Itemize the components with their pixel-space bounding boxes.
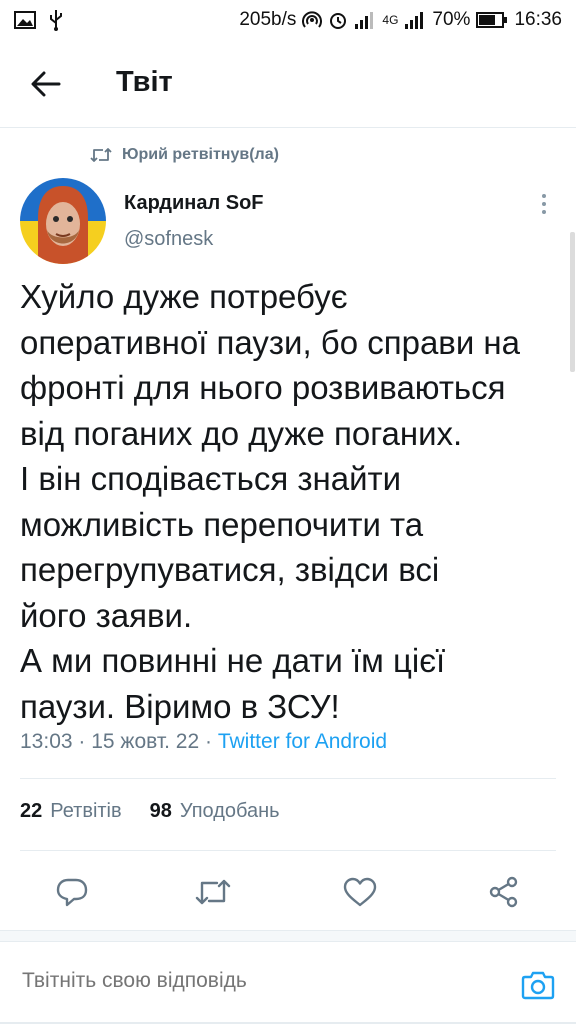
signal-icon-2 [404, 10, 426, 30]
tweet-line: Хуйло дуже потребує [20, 278, 348, 315]
tweet-line: його заяви. [20, 596, 193, 634]
tweet-date: 15 жовт. 22 [91, 730, 200, 753]
arrow-left-icon [31, 71, 61, 97]
more-options-button[interactable] [530, 190, 558, 218]
divider [20, 778, 556, 779]
meta-separator: · [205, 730, 218, 753]
battery-icon [476, 11, 508, 29]
reply-button[interactable] [52, 872, 92, 912]
signal-icon [354, 10, 376, 30]
tweet-line: оперативної паузи, бо справи на [20, 323, 521, 361]
tweet-line: паузи. Віримо в ЗСУ! [20, 687, 340, 725]
scrollbar[interactable] [570, 232, 575, 372]
battery-percent: 70% [432, 9, 471, 30]
tweet-line: І він сподівається знайти [20, 460, 402, 497]
camera-icon [521, 971, 555, 1000]
likes-label[interactable]: Уподобань [180, 800, 280, 823]
tweet-line: перегрупуватися, звідси всі [20, 551, 440, 588]
back-button[interactable] [26, 64, 66, 104]
camera-button[interactable] [518, 965, 558, 1005]
tweet-time: 13:03 [20, 730, 73, 753]
tweet-source-link[interactable]: Twitter for Android [218, 730, 387, 753]
likes-count[interactable]: 98 [150, 800, 172, 823]
retweet-button[interactable] [193, 872, 233, 912]
retweets-label[interactable]: Ретвітів [50, 800, 121, 823]
tweet-line: фронті для нього розвиваються [20, 369, 506, 406]
share-button[interactable] [484, 872, 524, 912]
author-name[interactable]: Кардинал SoF [124, 192, 264, 215]
tweet-line: можливість перепочити та [20, 505, 424, 543]
hotspot-icon [302, 10, 323, 30]
retweet-icon [195, 879, 231, 905]
tweet-stats: 22 Ретвітів 98 Уподобань [20, 800, 280, 823]
author-handle[interactable]: @sofnesk [124, 228, 213, 251]
retweets-count[interactable]: 22 [20, 800, 42, 823]
network-speed: 205b/s [239, 9, 297, 30]
status-bar: 205b/s 4G 70% 16:36 [0, 0, 576, 40]
retweet-small-icon [90, 148, 112, 162]
clock: 16:36 [514, 9, 562, 30]
reply-icon [56, 878, 88, 907]
meta-separator: · [78, 730, 92, 753]
section-divider [0, 930, 576, 942]
heart-icon [343, 877, 377, 907]
avatar[interactable] [20, 178, 106, 264]
image-icon [14, 11, 36, 29]
page-title: Твіт [116, 66, 173, 98]
alarm-icon [328, 10, 348, 30]
tweet-line: від поганих до дуже поганих. [20, 414, 463, 452]
more-dot [542, 194, 546, 198]
reply-bar [0, 943, 576, 1024]
more-dot [542, 202, 546, 206]
tweet-text: Хуйло дуже потребує оперативної паузи, б… [20, 274, 566, 729]
app-header: Твіт [0, 40, 576, 128]
usb-icon [48, 9, 64, 31]
reply-input[interactable] [22, 969, 482, 993]
retweet-indicator-text: Юрий ретвітнув(ла) [122, 146, 279, 163]
tweet-meta: 13:03 · 15 жовт. 22 · Twitter for Androi… [20, 730, 387, 754]
network-type: 4G [382, 13, 399, 27]
more-dot [542, 210, 546, 214]
divider [20, 850, 556, 851]
tweet-line: А ми повинні не дати їм цієї [20, 642, 446, 679]
like-button[interactable] [340, 872, 380, 912]
retweet-indicator[interactable]: Юрий ретвітнув(ла) [90, 146, 279, 164]
tweet-actions [0, 862, 576, 914]
share-icon [489, 876, 518, 908]
